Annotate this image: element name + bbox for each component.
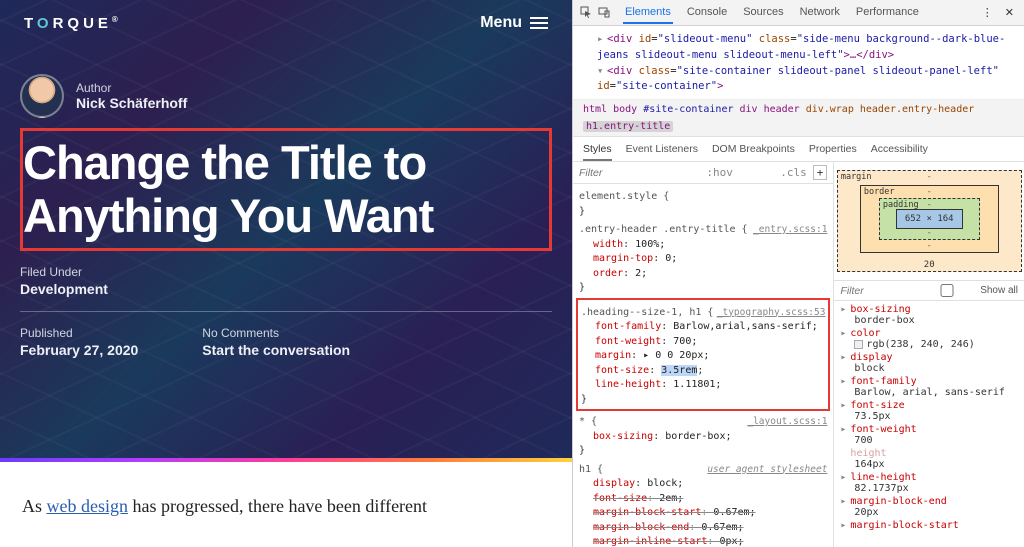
new-style-rule-button[interactable]: + bbox=[813, 165, 828, 180]
tab-network[interactable]: Network bbox=[798, 2, 842, 24]
web-design-link[interactable]: web design bbox=[47, 496, 128, 516]
tab-console[interactable]: Console bbox=[685, 2, 729, 24]
filed-under-value[interactable]: Development bbox=[20, 281, 108, 297]
computed-styles[interactable]: ▸box-sizingborder-box ▸colorrgb(238, 240… bbox=[834, 301, 1024, 547]
comments-link[interactable]: Start the conversation bbox=[202, 342, 350, 358]
published-value: February 27, 2020 bbox=[20, 342, 138, 358]
hamburger-icon bbox=[530, 17, 548, 29]
subtab-properties[interactable]: Properties bbox=[809, 141, 857, 161]
tab-performance[interactable]: Performance bbox=[854, 2, 921, 24]
css-rules[interactable]: element.style {} .entry-header .entry-ti… bbox=[573, 184, 833, 547]
show-all-checkbox[interactable]: Show all bbox=[917, 284, 1018, 297]
hov-toggle[interactable]: :hov bbox=[706, 166, 733, 179]
box-model-diagram[interactable]: margin- border- padding- 652 × 164 - - 2… bbox=[834, 162, 1024, 280]
subtab-accessibility[interactable]: Accessibility bbox=[871, 141, 928, 161]
title-highlight-box: Change the Title to Anything You Want bbox=[20, 128, 552, 251]
tab-sources[interactable]: Sources bbox=[741, 2, 785, 24]
devtools-main-tabs: Elements Console Sources Network Perform… bbox=[623, 2, 921, 24]
styles-subtabs: Styles Event Listeners DOM Breakpoints P… bbox=[573, 137, 1024, 162]
devtools-close-icon[interactable]: ✕ bbox=[1001, 6, 1018, 19]
dom-breadcrumb[interactable]: html body #site-container div header div… bbox=[573, 100, 1024, 137]
styles-column: :hov .cls + element.style {} .entry-head… bbox=[573, 162, 834, 547]
filed-under-label: Filed Under bbox=[20, 265, 108, 279]
menu-label: Menu bbox=[480, 14, 522, 32]
styles-filter-input[interactable] bbox=[579, 167, 659, 179]
menu-toggle[interactable]: Menu bbox=[480, 14, 548, 32]
subtab-styles[interactable]: Styles bbox=[583, 141, 612, 161]
hero-header: TORQUE® Menu Author Nick Schäferhoff Cha… bbox=[0, 0, 572, 462]
devtools-panel: Elements Console Sources Network Perform… bbox=[572, 0, 1024, 547]
computed-column: margin- border- padding- 652 × 164 - - 2… bbox=[834, 162, 1024, 547]
highlighted-rule-box: .heading--size-1, h1 {_typography.scss:5… bbox=[576, 298, 830, 412]
computed-filter-input[interactable] bbox=[840, 285, 900, 297]
subtab-event-listeners[interactable]: Event Listeners bbox=[626, 141, 698, 161]
device-toggle-icon[interactable] bbox=[597, 6, 611, 20]
site-logo[interactable]: TORQUE® bbox=[24, 15, 122, 32]
inspect-icon[interactable] bbox=[579, 6, 593, 20]
devtools-more-icon[interactable]: ⋮ bbox=[978, 6, 997, 19]
author-label: Author bbox=[76, 81, 187, 95]
page-title: Change the Title to Anything You Want bbox=[23, 137, 541, 242]
avatar[interactable] bbox=[20, 74, 64, 118]
cls-toggle[interactable]: .cls bbox=[780, 166, 807, 179]
comments-label: No Comments bbox=[202, 326, 350, 340]
tab-elements[interactable]: Elements bbox=[623, 2, 673, 24]
dom-tree[interactable]: ▸<div id="slideout-menu" class="side-men… bbox=[573, 26, 1024, 100]
published-label: Published bbox=[20, 326, 138, 340]
author-name[interactable]: Nick Schäferhoff bbox=[76, 95, 187, 111]
page-preview: TORQUE® Menu Author Nick Schäferhoff Cha… bbox=[0, 0, 572, 547]
article-body: As web design has progressed, there have… bbox=[0, 462, 572, 517]
subtab-dom-breakpoints[interactable]: DOM Breakpoints bbox=[712, 141, 795, 161]
